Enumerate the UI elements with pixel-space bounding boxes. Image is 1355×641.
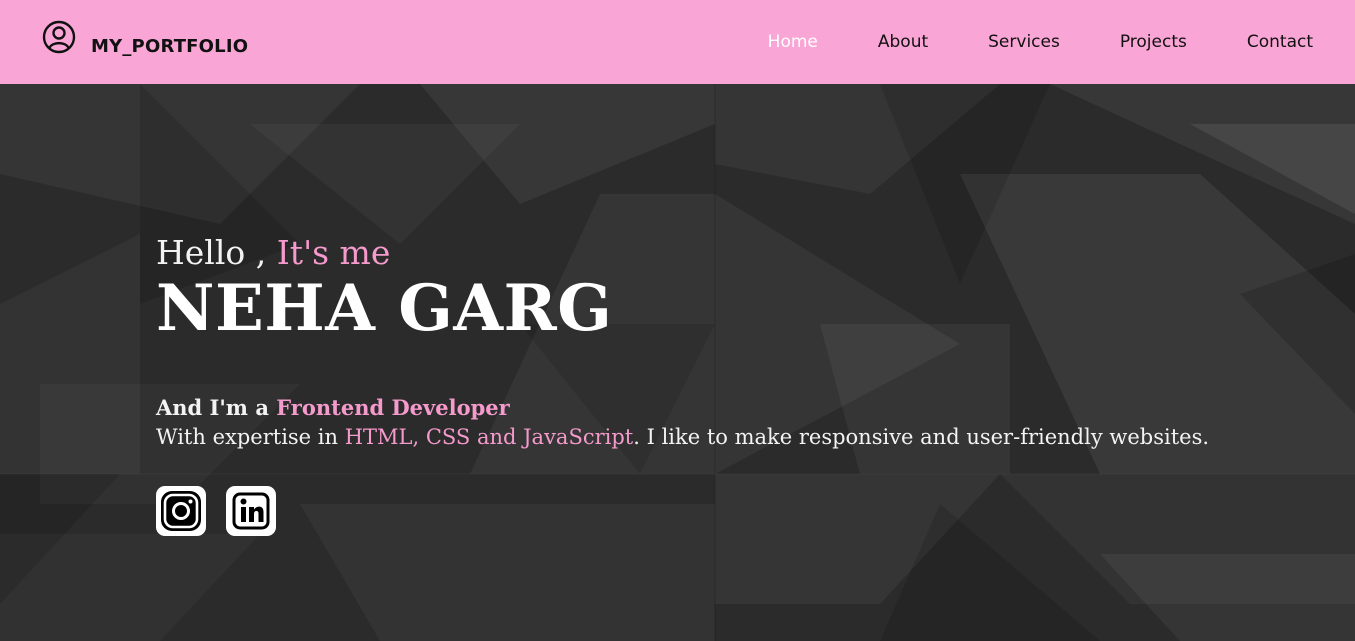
hero-role: And I'm a Frontend Developer	[156, 394, 1209, 422]
nav-links: Home About Services Projects Contact	[708, 32, 1313, 52]
greeting-accent: It's me	[276, 233, 391, 272]
nav-link-projects[interactable]: Projects	[1120, 32, 1187, 52]
nav-link-services[interactable]: Services	[988, 32, 1060, 52]
instagram-button[interactable]	[156, 486, 206, 536]
greeting-prefix: Hello ,	[156, 233, 277, 272]
brand-name: MY_PORTFOLIO	[91, 35, 249, 57]
role-prefix: And I'm a	[156, 395, 277, 420]
desc-accent: HTML, CSS and JavaScript	[344, 425, 634, 449]
role-accent: Frontend Developer	[276, 395, 510, 420]
linkedin-icon	[232, 492, 270, 530]
hero-greeting: Hello , It's me	[156, 234, 1209, 272]
desc-suffix: . I like to make responsive and user-fri…	[633, 425, 1210, 449]
nav-link-home[interactable]: Home	[768, 32, 818, 52]
user-circle-icon	[42, 20, 76, 54]
hero-name: NEHA GARG	[156, 271, 613, 346]
hero-section: Hello , It's me NEHA GARG And I'm a Fron…	[0, 84, 1355, 641]
instagram-icon	[161, 491, 201, 531]
nav-link-contact[interactable]: Contact	[1247, 32, 1313, 52]
nav-link-about[interactable]: About	[878, 32, 928, 52]
hero-content: Hello , It's me NEHA GARG And I'm a Fron…	[156, 234, 1209, 536]
brand[interactable]: MY_PORTFOLIO	[42, 20, 249, 57]
desc-prefix: With expertise in	[156, 425, 345, 449]
navbar: MY_PORTFOLIO Home About Services Project…	[0, 0, 1355, 84]
hero-description: With expertise in HTML, CSS and JavaScri…	[156, 422, 1209, 452]
social-links	[156, 486, 1209, 536]
linkedin-button[interactable]	[226, 486, 276, 536]
